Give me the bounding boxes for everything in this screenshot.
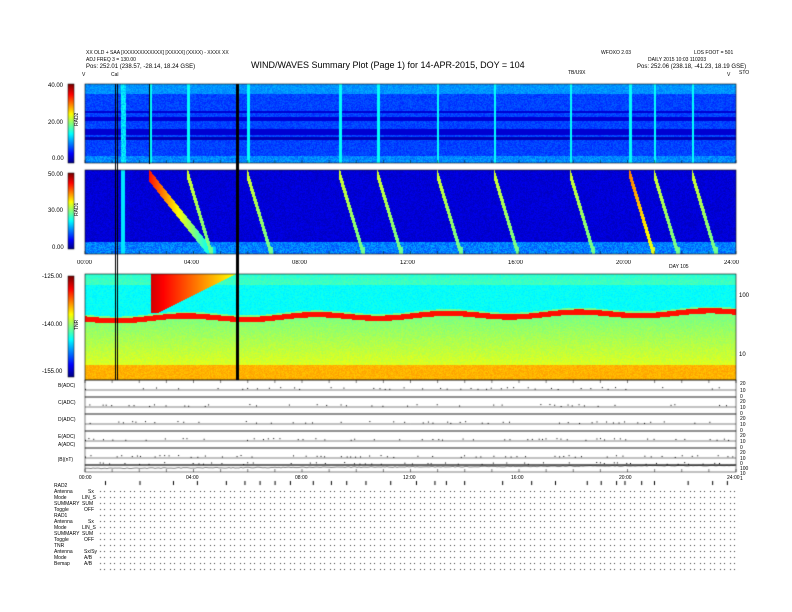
rad1-xtick-5: 20:00 xyxy=(616,260,632,266)
sto-label: STO xyxy=(739,70,750,76)
tnr-right-tick-100: 100 xyxy=(739,293,750,299)
page-title: WIND/WAVES Summary Plot (Page 1) for 14-… xyxy=(251,60,525,70)
panel-label-a: A(ADC) xyxy=(58,442,76,448)
header-left-position: Pos: 252.01 (238.57, -28.14, 18.24 GSE) xyxy=(86,64,196,70)
rad1-ylabel: RAD1 xyxy=(74,202,80,216)
bottom-xtick-0: 00:00 xyxy=(79,475,92,481)
tnr-ytick-mid: -140.00 xyxy=(42,322,63,328)
v-right-label: V xyxy=(727,72,731,78)
rad1-ytick-mid: 30.00 xyxy=(48,208,64,214)
day-105-label: DAY 105 xyxy=(669,264,689,270)
bottom-xtick-1: 04:00 xyxy=(186,475,199,481)
rad1-ytick-bottom: 0.00 xyxy=(52,245,64,251)
bottom-xtick-2: 08:00 xyxy=(295,475,308,481)
header-right-position: Pos: 252.06 (238.18, -41.23, 18.19 GSE) xyxy=(637,64,747,70)
v-left-label: V xyxy=(82,72,86,78)
header-right-line1: WFOXO 2.03 xyxy=(601,50,632,56)
footer-rad1-value-3: OFF xyxy=(84,537,94,543)
rad1-xtick-6: 24:00 xyxy=(724,260,740,266)
footer-rad2-value-3: OFF xyxy=(84,507,94,513)
panel-label-e: E(ADC) xyxy=(58,434,76,440)
panel-bmag-rtick-bot: 1 xyxy=(740,476,743,482)
rad2-ytick-bottom: 0.00 xyxy=(52,156,64,162)
rad1-xtick-0: 00:00 xyxy=(77,260,93,266)
cal-label: Cal xyxy=(111,72,119,78)
rad1-xtick-3: 12:00 xyxy=(400,260,416,266)
bottom-xtick-4: 16:00 xyxy=(511,475,524,481)
header-right-line2: DAILY 2015 10:03 110203 xyxy=(648,57,707,63)
summary-plot-canvas xyxy=(0,0,792,612)
panel-label-d: D(ADC) xyxy=(58,417,76,423)
rad2-ytick-mid: 20.00 xyxy=(48,120,64,126)
rad1-xtick-1: 04:00 xyxy=(184,260,200,266)
panel-label-c: C(ADC) xyxy=(58,400,76,406)
panel-label-bmag: |B|(nT) xyxy=(58,457,74,463)
header-right-corner: LOS FOOT = 501 xyxy=(694,50,734,56)
header-left-line2: ADJ FREQ 3 = 130.00 xyxy=(86,57,136,63)
rad1-xtick-4: 16:00 xyxy=(508,260,524,266)
tnr-ytick-top: -125.00 xyxy=(42,274,63,280)
panel-label-b: B(ADC) xyxy=(58,383,76,389)
rad1-ytick-top: 50.00 xyxy=(48,172,64,178)
bottom-xtick-6: 24:00 xyxy=(727,475,740,481)
rad2-ytick-top: 40.00 xyxy=(48,83,64,89)
footer-tnr-label-2: Bemap xyxy=(54,561,70,567)
rad2-ylabel: RAD2 xyxy=(74,112,80,126)
footer-tnr-value-2: A/B xyxy=(84,561,93,567)
header-left-line1: XX OLD + SAA [XXXXXXXXXXXX] [XXXXX] (XXX… xyxy=(86,50,229,56)
tnr-ytick-bottom: -155.00 xyxy=(42,369,63,375)
bottom-xtick-3: 12:00 xyxy=(403,475,416,481)
tnr-right-tick-10: 10 xyxy=(739,352,746,358)
panel-b-rtick-top: 20 xyxy=(740,381,746,387)
bottom-xtick-5: 20:00 xyxy=(619,475,632,481)
tb-label: TB/U9X xyxy=(568,70,586,76)
tnr-ylabel: TNR xyxy=(74,319,80,330)
rad1-xtick-2: 08:00 xyxy=(292,260,308,266)
